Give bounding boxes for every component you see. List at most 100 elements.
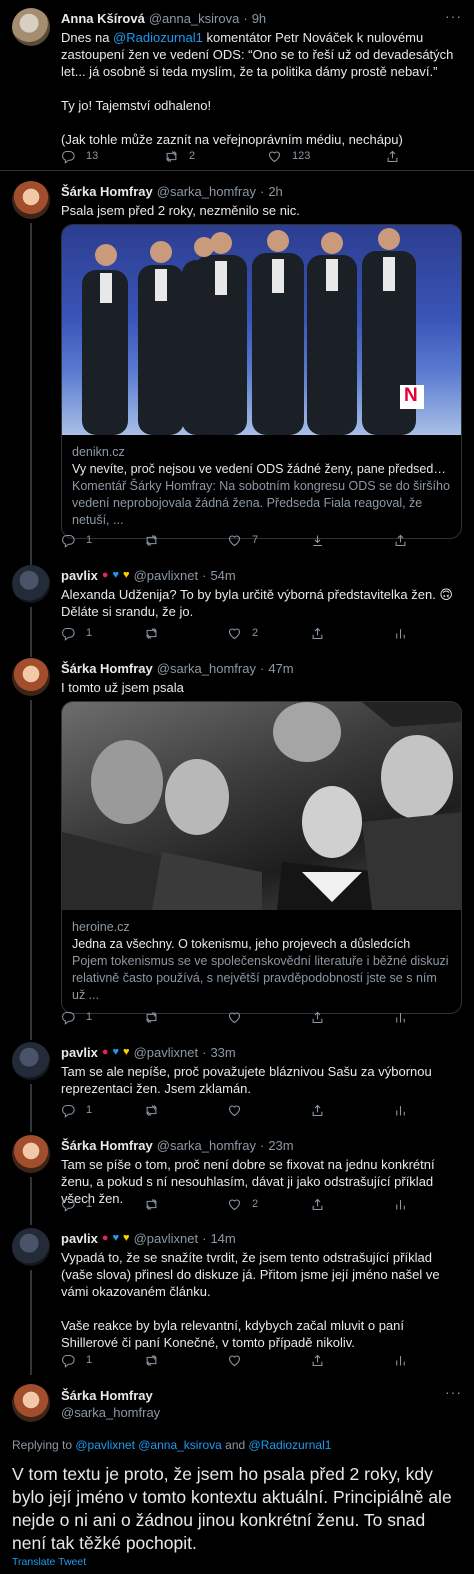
like-icon (227, 533, 242, 548)
timestamp[interactable]: 33m (210, 1044, 235, 1061)
retweet-icon (144, 1010, 159, 1025)
replying-mentions[interactable]: @pavlixnet @anna_ksirova (75, 1438, 221, 1452)
retweet-icon (144, 533, 159, 548)
like-button[interactable]: 2 (227, 625, 310, 642)
author-name[interactable]: Anna Kšírová (61, 10, 145, 27)
separator: · (259, 1138, 265, 1153)
crab-emoji: ● (101, 1232, 109, 1244)
blue-heart-emoji: ♥ (112, 1046, 120, 1058)
reply-button[interactable]: 1 (61, 625, 144, 642)
mention-link[interactable]: @Radiozurnal1 (113, 30, 203, 45)
retweet-button[interactable] (144, 533, 227, 548)
reply-icon (61, 533, 76, 548)
timestamp[interactable]: 47m (268, 660, 293, 677)
share-button[interactable] (393, 533, 408, 548)
author-handle[interactable]: @sarka_homfray (61, 1404, 462, 1421)
author-name[interactable]: Šárka Homfray (61, 1387, 462, 1404)
analytics-button[interactable] (393, 1197, 408, 1212)
thread-line (30, 223, 32, 573)
reply-icon (61, 1103, 76, 1118)
author-handle[interactable]: @pavlixnet (134, 1044, 199, 1061)
timestamp[interactable]: 14m (210, 1230, 235, 1247)
reply-button[interactable]: 1 (61, 1352, 144, 1369)
retweet-icon (144, 1197, 159, 1212)
author-name[interactable]: pavlix (61, 1230, 98, 1247)
timestamp[interactable]: 23m (268, 1137, 293, 1154)
card-image (62, 702, 461, 910)
avatar[interactable] (12, 565, 50, 603)
author-handle[interactable]: @sarka_homfray (157, 1137, 256, 1154)
blue-heart-emoji: ♥ (112, 569, 120, 581)
like-button[interactable] (227, 1010, 310, 1025)
author-handle[interactable]: @anna_ksirova (149, 10, 240, 27)
download-button[interactable] (310, 533, 393, 548)
share-button[interactable] (310, 626, 393, 641)
like-button[interactable] (227, 1353, 310, 1368)
reply-icon (61, 1197, 76, 1212)
share-button[interactable] (310, 1103, 393, 1118)
card-image: N (62, 225, 461, 435)
like-icon (227, 626, 242, 641)
retweet-button[interactable] (144, 626, 227, 641)
yellow-heart-emoji: ♥ (123, 1232, 130, 1244)
avatar[interactable] (12, 1228, 50, 1266)
retweet-button[interactable] (144, 1103, 227, 1118)
reply-button[interactable]: 1 (61, 1102, 144, 1119)
share-button[interactable] (310, 1353, 393, 1368)
reply-button[interactable]: 1 (61, 1196, 144, 1213)
reply-button[interactable]: 1 (61, 532, 144, 549)
link-card-denikn[interactable]: N denikn.cz Vy nevíte, proč nejsou ve ve… (61, 224, 462, 539)
avatar[interactable] (12, 1135, 50, 1173)
author-name[interactable]: Šárka Homfray (61, 660, 153, 677)
reply-button[interactable]: 1 (61, 1009, 144, 1026)
tweet-thread: · · · Anna Kšírová @anna_ksirova · 9h Dnes… (0, 0, 474, 1574)
link-card-heroine[interactable]: heroine.cz Jedna za všechny. O tokenismu… (61, 701, 462, 1014)
retweet-icon (164, 149, 179, 164)
like-button[interactable]: 7 (227, 532, 310, 549)
like-button[interactable] (227, 1103, 310, 1118)
avatar[interactable] (12, 8, 50, 46)
timestamp[interactable]: 2h (268, 183, 282, 200)
like-icon (227, 1103, 242, 1118)
share-button[interactable] (310, 1010, 393, 1025)
analytics-button[interactable] (393, 1353, 408, 1368)
analytics-button[interactable] (393, 1010, 408, 1025)
author-name[interactable]: pavlix (61, 1044, 98, 1061)
like-button[interactable]: 2 (227, 1196, 310, 1213)
replying-mention-last[interactable]: @Radiozurnal1 (249, 1438, 332, 1452)
author-name[interactable]: pavlix (61, 567, 98, 584)
avatar[interactable] (12, 658, 50, 696)
analytics-button[interactable] (393, 626, 408, 641)
card-title: Vy nevíte, proč nejsou ve vedení ODS žád… (72, 462, 451, 476)
author-handle[interactable]: @sarka_homfray (157, 660, 256, 677)
main-tweet-text: V tom textu je proto, že jsem ho psala p… (12, 1464, 452, 1553)
avatar[interactable] (12, 181, 50, 219)
analytics-button[interactable] (393, 1103, 408, 1118)
translate-link[interactable]: Translate Tweet (12, 1554, 86, 1571)
share-button[interactable] (310, 1197, 393, 1212)
thread-line (30, 1270, 32, 1375)
avatar[interactable] (12, 1042, 50, 1080)
author-handle[interactable]: @pavlixnet (134, 567, 199, 584)
like-button[interactable]: 123 (267, 148, 385, 165)
thread-line (30, 1177, 32, 1225)
author-handle[interactable]: @sarka_homfray (157, 183, 256, 200)
thread-line (30, 607, 32, 657)
author-handle[interactable]: @pavlixnet (134, 1230, 199, 1247)
share-button[interactable] (385, 149, 400, 164)
retweet-button[interactable] (144, 1010, 227, 1025)
retweet-button[interactable] (144, 1353, 227, 1368)
author-name[interactable]: Šárka Homfray (61, 183, 153, 200)
replying-to: Replying to @pavlixnet @anna_ksirova and… (12, 1438, 332, 1452)
reply-icon (61, 1010, 76, 1025)
avatar[interactable] (12, 1384, 50, 1422)
like-icon (227, 1353, 242, 1368)
retweet-button[interactable]: 2 (164, 148, 267, 165)
retweet-button[interactable] (144, 1197, 227, 1212)
author-name[interactable]: Šárka Homfray (61, 1137, 153, 1154)
timestamp[interactable]: 54m (210, 567, 235, 584)
timestamp[interactable]: 9h (252, 10, 266, 27)
reply-button[interactable]: 13 (61, 148, 164, 165)
tweet-actions: 1 7 (61, 532, 434, 548)
thread-line (30, 700, 32, 1040)
